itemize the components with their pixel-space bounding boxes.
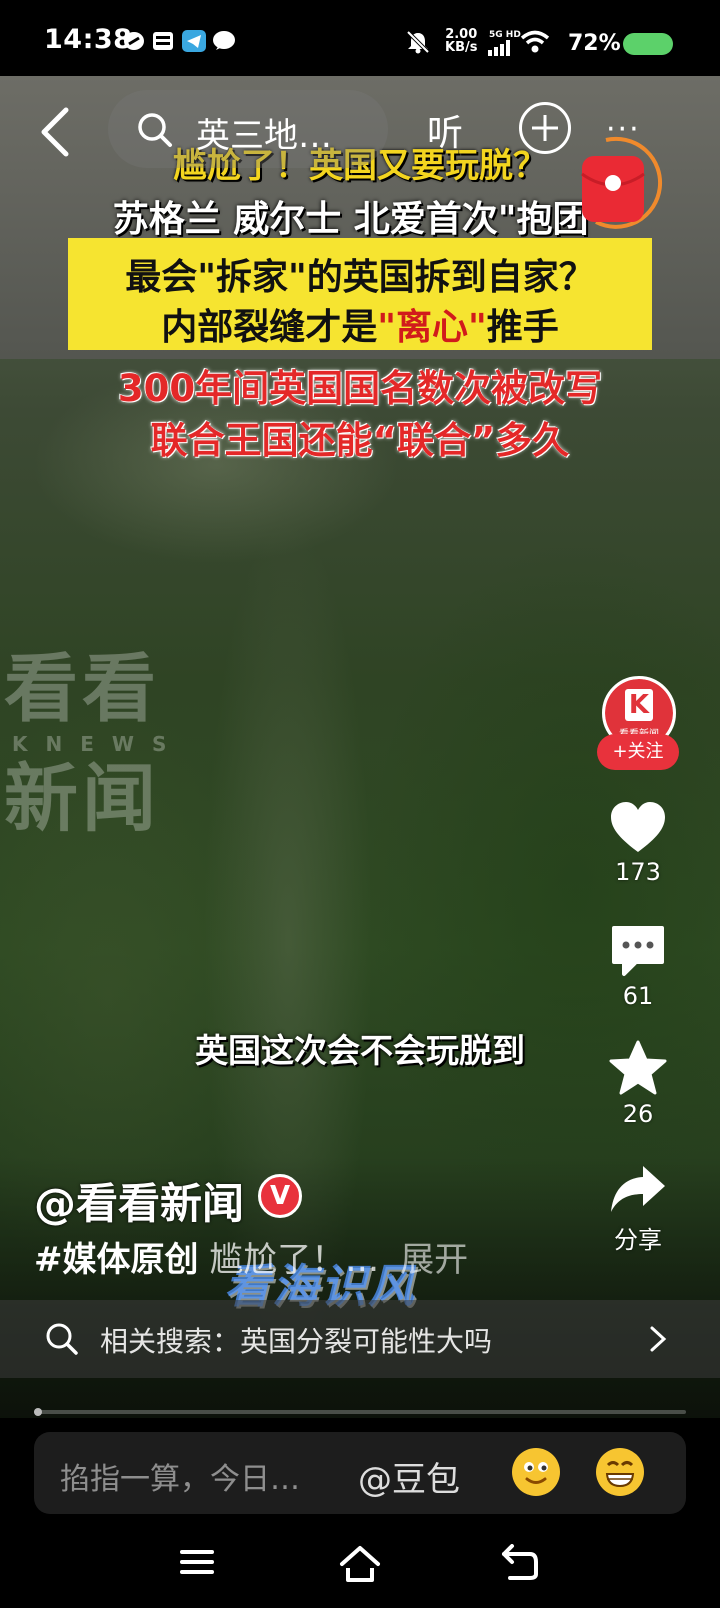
system-navigation-bar [0, 1530, 720, 1608]
expand-link[interactable]: 展开 [400, 1240, 468, 1280]
hashtag[interactable]: #媒体原创 [34, 1240, 199, 1280]
related-search-text: 相关搜索：英国分裂可能性大吗 [100, 1325, 493, 1358]
watermark-top: 看看 [4, 646, 160, 732]
back-nav-icon[interactable] [500, 1544, 540, 1582]
add-button[interactable] [519, 102, 571, 154]
share-icon [611, 1166, 665, 1212]
signal-icon [488, 40, 510, 56]
comment-count: 61 [622, 982, 654, 1010]
search-icon [138, 113, 172, 147]
mute-bell-icon [406, 30, 430, 54]
grin-emoji-icon [605, 1461, 635, 1488]
menu-icon[interactable] [178, 1544, 216, 1580]
chevron-right-icon [650, 1326, 667, 1352]
headline-box-line-2: 内部裂缝才是"离心"推手 [0, 298, 720, 350]
telegram-icon [182, 30, 206, 52]
search-bar[interactable]: 英三地… [108, 90, 388, 168]
status-bar: 14:38 2.00 KB/s 5G HD 72% [0, 0, 720, 76]
like-count: 173 [615, 858, 661, 886]
related-search-bar[interactable]: 相关搜索：英国分裂可能性大吗 [0, 1300, 720, 1378]
comment-icon [612, 926, 664, 976]
back-button[interactable] [36, 106, 76, 158]
headline-box-line-2-b: "离心" [377, 307, 487, 348]
watermark-bottom: 新闻 [4, 756, 160, 842]
red-headline-2: 联合王国还能“联合”多久 [150, 419, 570, 462]
video-progress-bar[interactable] [34, 1408, 686, 1416]
search-query: 英三地… [196, 116, 332, 156]
follow-button[interactable]: +关注 [597, 734, 679, 770]
app-notification-icon [124, 32, 144, 50]
battery-icon [623, 33, 673, 55]
headline-box-line-1: 最会"拆家"的英国拆到自家？ [125, 257, 595, 298]
favorite-button[interactable]: 26 [598, 1040, 678, 1128]
post-caption[interactable]: #媒体原创 尴尬了！… 展开 [34, 1232, 468, 1281]
wifi-icon [520, 30, 550, 53]
author-name[interactable]: @看看新闻 [34, 1170, 244, 1231]
comment-button[interactable]: 61 [598, 924, 678, 1010]
share-button[interactable]: 分享 [598, 1162, 678, 1255]
news-app-icon [153, 32, 173, 50]
red-packet-icon[interactable] [576, 130, 672, 240]
watermark-mid: KNEWS [12, 732, 185, 756]
battery-percentage: 72% [568, 31, 621, 56]
home-icon[interactable] [338, 1544, 382, 1584]
heart-icon [611, 802, 665, 852]
red-headline-1: 300年间英国国名数次被改写 [117, 367, 603, 410]
progress-handle[interactable] [34, 1408, 42, 1416]
star-icon [609, 1040, 667, 1095]
comment-input-placeholder[interactable]: 掐指一算，今日… [60, 1454, 300, 1498]
channel-watermark: 看看 KNEWS 新闻 [4, 648, 224, 840]
mention-doubao-button[interactable]: @豆包 [358, 1452, 460, 1501]
like-button[interactable]: 173 [598, 800, 678, 886]
share-label: 分享 [614, 1226, 662, 1254]
headline-box-line-2-a: 内部裂缝才是 [161, 307, 378, 348]
smile-emoji-button[interactable] [512, 1448, 560, 1496]
favorite-count: 26 [622, 1100, 654, 1128]
status-time: 14:38 [44, 24, 133, 55]
grin-emoji-button[interactable] [596, 1448, 644, 1496]
smile-emoji-icon [524, 1462, 548, 1484]
listen-button[interactable]: 听 [427, 104, 463, 156]
verified-badge: V [258, 1174, 302, 1218]
net-speed-unit: KB/s [445, 40, 478, 55]
caption-text: 尴尬了！… [209, 1240, 380, 1280]
comment-input-bar[interactable]: 掐指一算，今日… @豆包 [34, 1432, 686, 1514]
avatar-logo-icon: K [625, 689, 653, 721]
message-icon [213, 31, 235, 50]
network-type: 5G HD [489, 30, 521, 40]
headline-box-line-2-c: 推手 [486, 307, 559, 348]
network-speed: 2.00 KB/s [445, 28, 477, 54]
search-icon [46, 1323, 78, 1355]
